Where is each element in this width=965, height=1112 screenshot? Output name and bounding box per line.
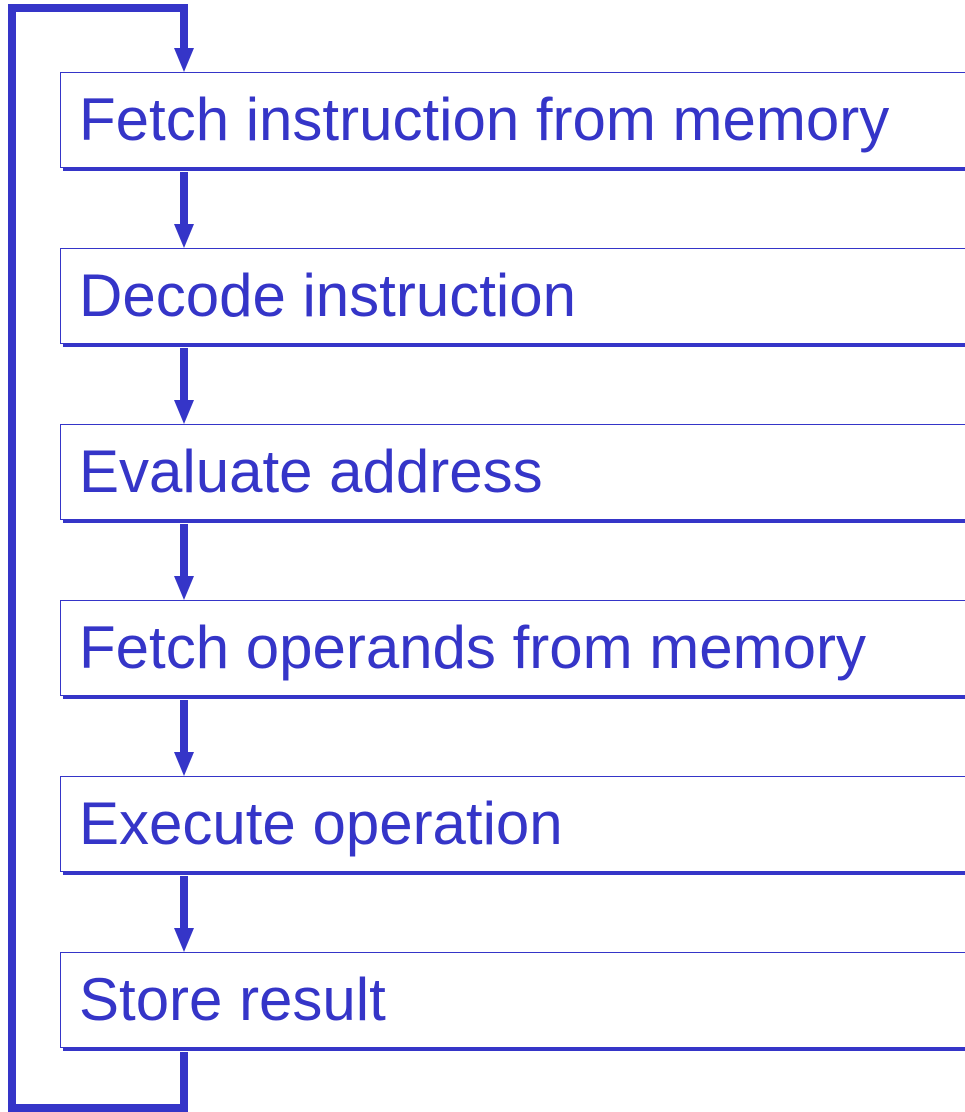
arrowhead-5	[174, 928, 194, 952]
arrow-shaft-4	[180, 700, 188, 752]
arrowhead-3	[174, 576, 194, 600]
arrowhead-4	[174, 752, 194, 776]
arrow-shaft-2	[180, 348, 188, 400]
step-label: Store result	[79, 966, 386, 1033]
step-evaluate-address: Evaluate address	[60, 424, 965, 520]
step-fetch-instruction: Fetch instruction from memory	[60, 72, 965, 168]
step-execute-operation: Execute operation	[60, 776, 965, 872]
step-label: Execute operation	[79, 790, 563, 857]
arrow-shaft-3	[180, 524, 188, 576]
step-label: Fetch operands from memory	[79, 614, 866, 681]
arrow-shaft-1	[180, 172, 188, 224]
loop-back-arrowhead	[174, 48, 194, 72]
loop-back-arrow	[8, 4, 188, 1112]
arrowhead-1	[174, 224, 194, 248]
step-label: Decode instruction	[79, 262, 576, 329]
step-store-result: Store result	[60, 952, 965, 1048]
step-label: Evaluate address	[79, 438, 543, 505]
arrowhead-2	[174, 400, 194, 424]
step-fetch-operands: Fetch operands from memory	[60, 600, 965, 696]
step-label: Fetch instruction from memory	[79, 86, 890, 153]
arrow-shaft-5	[180, 876, 188, 928]
step-decode-instruction: Decode instruction	[60, 248, 965, 344]
